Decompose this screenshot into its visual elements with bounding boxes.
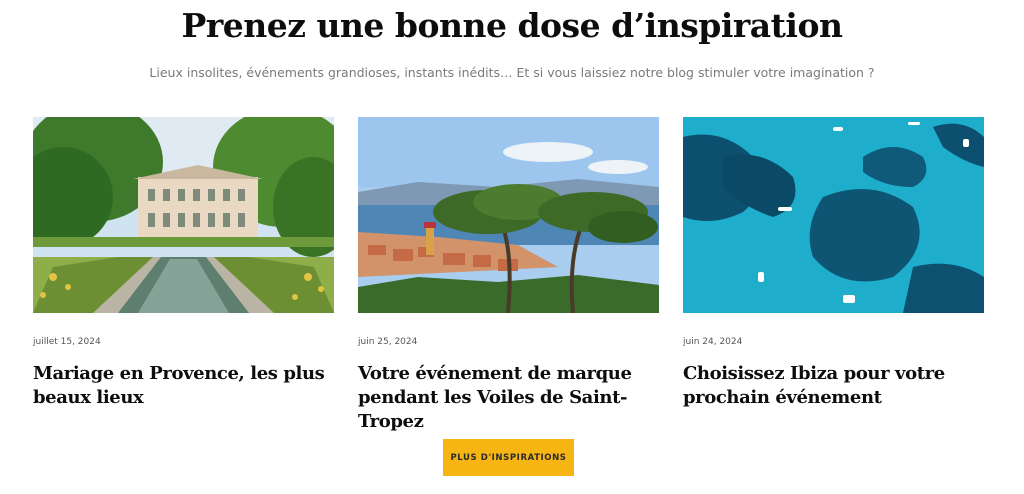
blog-card-saint-tropez[interactable]: juin 25, 2024 Votre événement de marque … xyxy=(358,117,659,434)
blog-card-ibiza[interactable]: juin 24, 2024 Choisissez Ibiza pour votr… xyxy=(683,117,984,410)
post-title-link[interactable]: Choisissez Ibiza pour votre prochain évé… xyxy=(683,362,984,410)
blog-card-provence[interactable]: juillet 15, 2024 Mariage en Provence, le… xyxy=(33,117,334,410)
section-heading: Prenez une bonne dose d’inspiration xyxy=(181,6,843,45)
chateau-garden-pool-photo xyxy=(33,117,334,313)
blog-card-image-link[interactable] xyxy=(683,117,984,313)
post-title-link[interactable]: Votre événement de marque pendant les Vo… xyxy=(358,362,659,434)
post-title-link[interactable]: Mariage en Provence, les plus beaux lieu… xyxy=(33,362,334,410)
ibiza-turquoise-sea-photo xyxy=(683,117,984,313)
more-inspirations-button[interactable]: PLUS D'INSPIRATIONS xyxy=(443,439,574,476)
section-subtitle: Lieux insolites, événements grandioses, … xyxy=(149,65,875,80)
post-date: juillet 15, 2024 xyxy=(33,337,101,347)
blog-card-image-link[interactable] xyxy=(358,117,659,313)
post-date: juin 25, 2024 xyxy=(358,337,418,347)
blog-card-image-link[interactable] xyxy=(33,117,334,313)
saint-tropez-pine-view-photo xyxy=(358,117,659,313)
post-date: juin 24, 2024 xyxy=(683,337,743,347)
